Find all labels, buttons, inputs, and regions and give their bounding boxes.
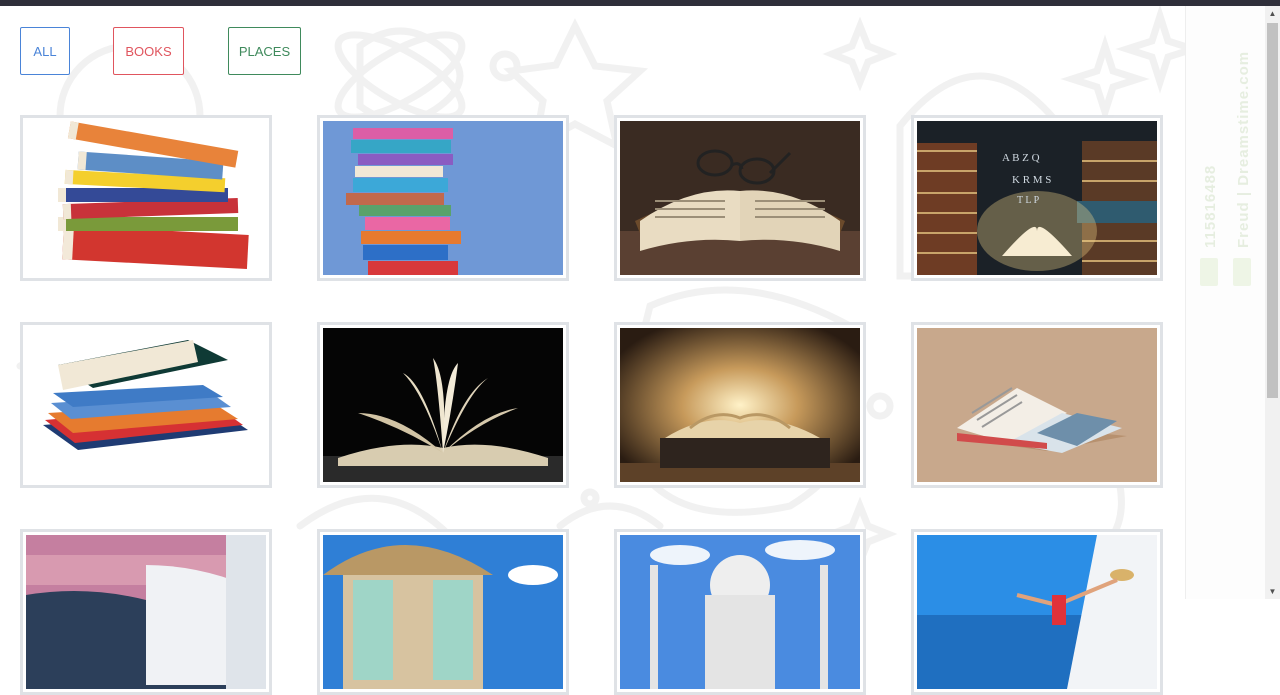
gallery-image-taj-mahal[interactable]: [614, 529, 866, 695]
gallery-image-open-book-black[interactable]: [317, 322, 569, 488]
svg-text:K R M S: K R M S: [1012, 174, 1051, 186]
gallery-image-books-blue[interactable]: [317, 115, 569, 281]
watermark-badge: [1233, 258, 1251, 286]
vertical-scrollbar[interactable]: ▲ ▼: [1265, 6, 1280, 599]
scroll-thumb[interactable]: [1267, 23, 1278, 398]
top-bar: [0, 0, 1280, 6]
svg-text:T L P: T L P: [1017, 195, 1040, 206]
filter-books-button[interactable]: BOOKS: [113, 27, 184, 75]
watermark-badge: [1200, 258, 1218, 286]
watermark-strip: [1185, 6, 1266, 599]
watermark-site-text: Freud | Dreamstime.com: [1235, 50, 1252, 248]
filter-places-button[interactable]: PLACES: [228, 27, 301, 75]
background-doodle-pattern: [0, 4, 1205, 599]
gallery-image-open-book-glasses[interactable]: [614, 115, 866, 281]
gallery-image-beach-hut[interactable]: [317, 529, 569, 695]
gallery-image-open-magazine[interactable]: [911, 322, 1163, 488]
svg-text:A B Z Q: A B Z Q: [1002, 152, 1040, 164]
gallery-image-glowing-book[interactable]: [614, 322, 866, 488]
watermark-id-text: 115816488: [1202, 164, 1219, 248]
gallery-image-magic-book[interactable]: A B Z Q K R M S T L P: [911, 115, 1163, 281]
gallery-image-santorini[interactable]: [20, 529, 272, 695]
gallery-image-seaside-woman[interactable]: [911, 529, 1163, 695]
gallery-image-hardcover-stack[interactable]: [20, 322, 272, 488]
gallery-image-books-stack[interactable]: [20, 115, 272, 281]
scroll-down-arrow-icon[interactable]: ▼: [1265, 584, 1280, 599]
filter-all-button[interactable]: ALL: [20, 27, 70, 75]
scroll-up-arrow-icon[interactable]: ▲: [1265, 6, 1280, 21]
